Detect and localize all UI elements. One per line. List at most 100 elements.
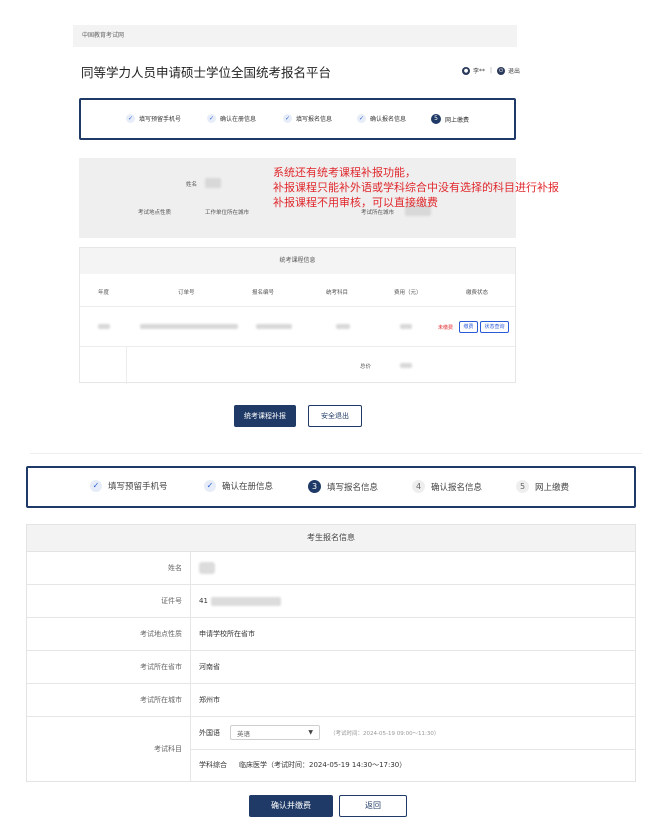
- step-1: ✓ 填写预留手机号: [90, 480, 168, 492]
- check-icon: ✓: [90, 480, 102, 492]
- total-label: 总价: [360, 364, 372, 370]
- user-area: ● 李** | ⏻ 退出: [462, 66, 520, 75]
- foreign-language-row: 外国语 英语 ▼ （考试时间：2024-05-19 09:00～11:30）: [191, 717, 635, 750]
- redacted-reg-no: [256, 324, 292, 329]
- check-icon: ✓: [207, 114, 216, 123]
- id-value: 41: [191, 585, 635, 617]
- col-order: 订单号: [178, 290, 195, 296]
- exam-place-label: 考试地点性质: [138, 210, 172, 216]
- step-label: 网上缴费: [445, 116, 470, 124]
- check-icon: ✓: [126, 114, 135, 123]
- status-query-button[interactable]: 状态查询: [480, 321, 509, 333]
- user-name[interactable]: 李**: [473, 66, 485, 75]
- step-label: 网上缴费: [535, 482, 570, 493]
- col-divider: [126, 346, 127, 384]
- redacted-total: [400, 363, 412, 368]
- step-5: 5 网上缴费: [516, 480, 569, 493]
- step-2: ✓ 确认在册信息: [204, 480, 273, 492]
- foreign-language-select[interactable]: 英语 ▼: [230, 725, 320, 741]
- site-name: 中国教育考试网: [82, 32, 125, 39]
- id-label: 证件号: [27, 585, 191, 617]
- logout-link[interactable]: 退出: [508, 66, 520, 75]
- redacted-subject: [336, 324, 350, 329]
- step-5: 5 网上缴费: [431, 114, 469, 124]
- note-line: 补报课程只能补外语或学科综合中没有选择的科目进行补报: [273, 181, 559, 194]
- redacted-name: [205, 178, 221, 188]
- row-subjects: 考试科目 外国语 英语 ▼ （考试时间：2024-05-19 09:00～11:…: [27, 717, 635, 781]
- redacted-order: [140, 324, 238, 329]
- foreign-exam-time: （考试时间：2024-05-19 09:00～11:30）: [330, 730, 440, 737]
- power-icon[interactable]: ⏻: [497, 66, 506, 75]
- user-icon: ●: [462, 66, 470, 75]
- step-label: 确认在册信息: [220, 116, 257, 123]
- check-icon: ✓: [357, 114, 366, 123]
- row-divider: [80, 306, 515, 307]
- redacted-year: [98, 324, 110, 329]
- step-3: ✓ 填写报名信息: [283, 114, 332, 123]
- province-value: 河南省: [199, 663, 220, 671]
- step-1: ✓ 填写预留手机号: [126, 114, 181, 123]
- step-number: 5: [516, 480, 529, 493]
- row-name: 姓名: [27, 552, 635, 585]
- col-status: 缴费状态: [466, 290, 489, 296]
- redacted-name: [199, 562, 215, 574]
- row-city: 考试所在城市 郑州市: [27, 684, 635, 717]
- pay-button-small[interactable]: 缴费: [459, 321, 478, 333]
- safe-logout-button[interactable]: 安全退出: [308, 405, 362, 427]
- step-number: 4: [412, 480, 425, 493]
- step-number: 5: [431, 114, 441, 124]
- fee-table-title: 统考课程信息: [80, 248, 515, 274]
- row-province: 考试所在省市 河南省: [27, 651, 635, 684]
- select-value: 英语: [237, 729, 250, 738]
- step-4: ✓ 确认报名信息: [357, 114, 406, 123]
- supplement-course-button[interactable]: 统考课程补报: [234, 405, 296, 427]
- progress-steps-bottom: ✓ 填写预留手机号 ✓ 确认在册信息 3 填写报名信息 4 确认报名信息 5 网…: [26, 466, 636, 508]
- comprehensive-value: 临床医学（考试时间：2024-05-19 14:30～17:30）: [239, 761, 407, 770]
- redacted-id: [210, 596, 281, 606]
- redacted-fee: [400, 324, 412, 329]
- city-value: 郑州市: [199, 696, 220, 704]
- step-label: 填写预留手机号: [139, 116, 182, 123]
- name-label: 姓名: [27, 552, 191, 584]
- name-label: 姓名: [186, 182, 198, 188]
- confirm-pay-button[interactable]: 确认并缴费: [249, 795, 333, 817]
- section-divider: [30, 453, 642, 454]
- note-line: 补报课程不用审核，可以直接缴费: [273, 196, 438, 209]
- step-3: 3 填写报名信息: [308, 480, 378, 493]
- exam-place-value: 申请学校所在省市: [199, 630, 255, 638]
- subjects-values: 外国语 英语 ▼ （考试时间：2024-05-19 09:00～11:30） 学…: [191, 717, 635, 781]
- row-divider: [80, 346, 515, 347]
- step-label: 确认报名信息: [431, 482, 483, 493]
- payment-status: 未缴费: [438, 325, 454, 331]
- foreign-language-label: 外国语: [199, 728, 220, 737]
- caret-down-icon: ▼: [308, 729, 313, 737]
- step-label: 填写报名信息: [327, 482, 379, 493]
- step-2: ✓ 确认在册信息: [207, 114, 256, 123]
- progress-steps-top: ✓ 填写预留手机号 ✓ 确认在册信息 ✓ 填写报名信息 ✓ 确认报名信息 5 网…: [79, 98, 516, 140]
- step-4: 4 确认报名信息: [412, 480, 482, 493]
- row-id: 证件号 41: [27, 585, 635, 618]
- col-subject: 统考科目: [326, 290, 349, 296]
- check-icon: ✓: [283, 114, 292, 123]
- comprehensive-label: 学科综合: [199, 761, 227, 770]
- separator: |: [490, 67, 493, 74]
- city-label: 考试所在城市: [27, 684, 191, 716]
- comprehensive-row: 学科综合 临床医学（考试时间：2024-05-19 14:30～17:30）: [191, 750, 635, 782]
- site-header-bar: 中国教育考试网: [73, 25, 517, 47]
- col-reg-no: 报名编号: [252, 290, 275, 296]
- exam-place-label: 考试地点性质: [27, 618, 191, 650]
- step-label: 确认报名信息: [370, 116, 407, 123]
- name-value: [191, 552, 635, 584]
- row-exam-place: 考试地点性质 申请学校所在省市: [27, 618, 635, 651]
- step-number: 3: [308, 480, 321, 493]
- exam-place-value: 工作单位所在城市: [205, 210, 250, 216]
- col-year: 年度: [98, 290, 110, 296]
- col-fee: 费用（元）: [394, 290, 422, 296]
- step-label: 填写预留手机号: [108, 482, 168, 492]
- page-title: 同等学力人员申请硕士学位全国统考报名平台: [81, 65, 332, 80]
- check-icon: ✓: [204, 480, 216, 492]
- fee-table: 统考课程信息 年度 订单号 报名编号 统考科目 费用（元） 缴费状态 未缴费 缴…: [79, 247, 516, 384]
- step-label: 确认在册信息: [222, 482, 274, 492]
- back-button[interactable]: 返回: [339, 795, 407, 817]
- province-label: 考试所在省市: [27, 651, 191, 683]
